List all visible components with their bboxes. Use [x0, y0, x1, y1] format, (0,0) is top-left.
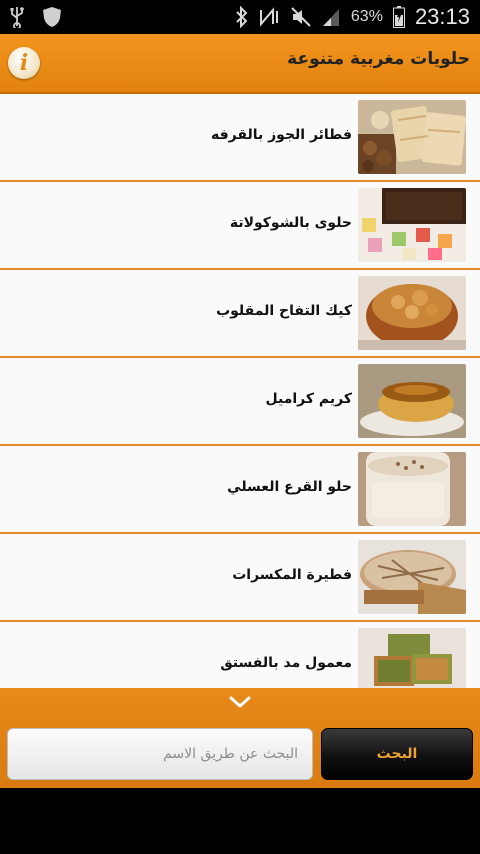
search-input[interactable]	[7, 728, 313, 780]
shield-icon	[42, 6, 62, 28]
list-item[interactable]: معمول مد بالفستق	[0, 622, 480, 688]
info-glyph: i	[19, 50, 29, 76]
list-item[interactable]: حلو القرع العسلي	[0, 446, 480, 534]
list-item-label: فطيرة المكسرات	[232, 567, 352, 583]
list-item-label: حلو القرع العسلي	[227, 479, 352, 495]
recipe-thumbnail	[358, 540, 466, 614]
search-bar: البحث	[0, 688, 480, 788]
search-button[interactable]: البحث	[321, 728, 473, 780]
page-title: حلويات مغربية متنوعة	[287, 49, 470, 69]
nfc-icon	[259, 7, 281, 27]
info-icon[interactable]: i	[8, 47, 40, 79]
chevron-down-icon[interactable]	[228, 694, 252, 714]
list-item-label: حلوى بالشوكولاتة	[229, 215, 352, 231]
recipe-thumbnail	[358, 364, 466, 438]
clock: 23:13	[414, 4, 470, 29]
recipe-thumbnail	[358, 628, 466, 688]
list-item[interactable]: كيك التفاح المقلوب	[0, 270, 480, 358]
battery-icon	[392, 6, 405, 28]
list-item[interactable]: كريم كراميل	[0, 358, 480, 446]
recipe-thumbnail	[358, 100, 466, 174]
list-item[interactable]: فطائر الجوز بالقرفه	[0, 94, 480, 182]
list-item[interactable]: فطيرة المكسرات	[0, 534, 480, 622]
navigation-area	[0, 788, 480, 854]
list-item-label: كيك التفاح المقلوب	[216, 303, 352, 319]
recipe-thumbnail	[358, 276, 466, 350]
status-bar: 63% 23:13	[0, 0, 480, 34]
mute-icon	[291, 7, 311, 27]
list-item-label: معمول مد بالفستق	[220, 655, 352, 671]
recipe-thumbnail	[358, 188, 466, 262]
recipe-list[interactable]: فطائر الجوز بالقرفه حلوى بالشوكولاتة كيك…	[0, 94, 480, 688]
recipe-thumbnail	[358, 452, 466, 526]
list-item-label: كريم كراميل	[265, 391, 353, 407]
signal-icon	[321, 7, 341, 27]
bluetooth-icon	[235, 6, 249, 28]
battery-percent: 63%	[350, 8, 383, 25]
list-item-label: فطائر الجوز بالقرفه	[211, 127, 352, 143]
list-item[interactable]: حلوى بالشوكولاتة	[0, 182, 480, 270]
usb-icon	[10, 6, 24, 28]
app-header: i حلويات مغربية متنوعة	[0, 34, 480, 95]
